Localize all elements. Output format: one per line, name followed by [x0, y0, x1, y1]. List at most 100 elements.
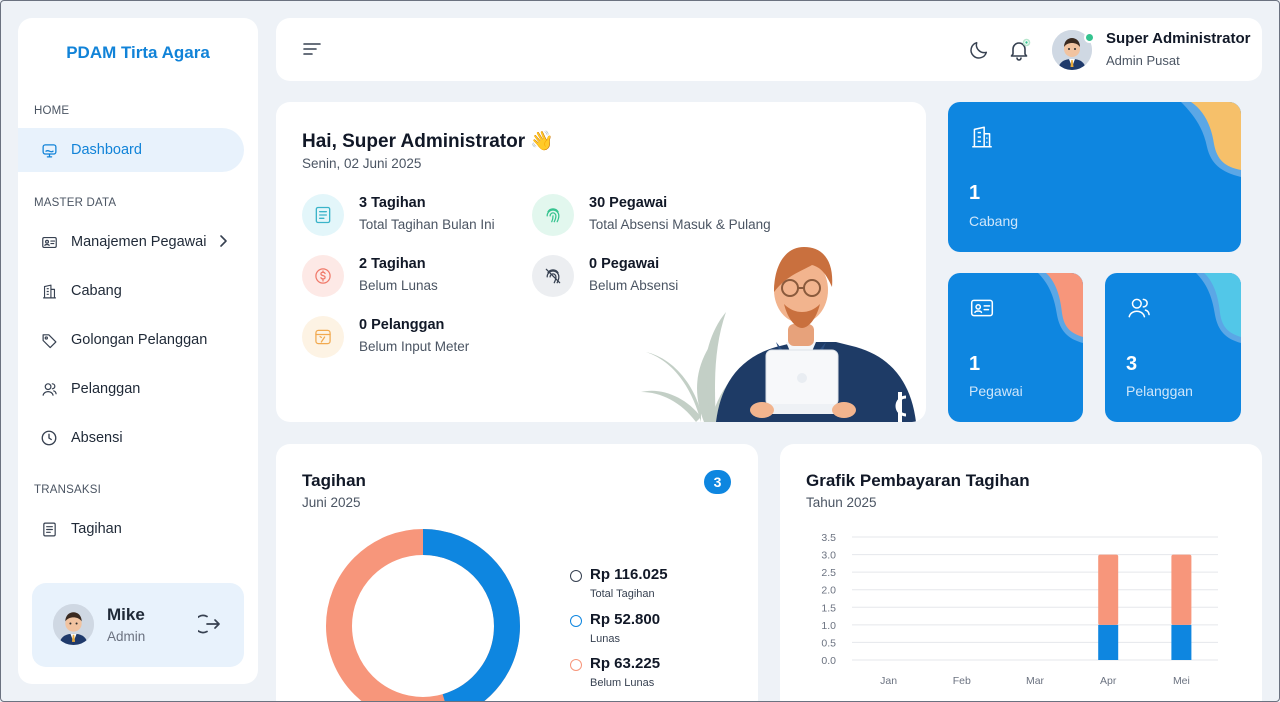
tile-decoration [1038, 273, 1083, 343]
section-label-home: HOME [34, 105, 70, 117]
tile-pegawai[interactable]: 1 Pegawai [948, 273, 1083, 422]
tile-label: Cabang [969, 213, 1019, 229]
users-icon [1126, 295, 1152, 326]
section-label-transaksi: TRANSAKSI [34, 484, 101, 496]
y-tick-label: 3.0 [821, 550, 836, 562]
sidebar-item-label: Cabang [71, 283, 122, 299]
id-card-icon [969, 295, 995, 326]
stat-subtitle: Total Absensi Masuk & Pulang [589, 217, 771, 232]
online-status-dot [1084, 32, 1095, 43]
user-role: Admin Pusat [1106, 53, 1180, 68]
y-tick-label: 1.0 [821, 620, 836, 632]
y-tick-label: 0.0 [821, 655, 836, 667]
bar-segment [1171, 554, 1192, 625]
bell-icon[interactable] [1007, 38, 1031, 61]
legend-dot [570, 615, 582, 627]
receipt-icon [302, 194, 344, 236]
sidebar-item-golongan-pelanggan[interactable]: Golongan Pelanggan [18, 318, 244, 362]
tile-pelanggan[interactable]: 3 Pelanggan [1105, 273, 1241, 422]
sidebar: PDAM Tirta Agara HOME Dashboard MASTER D… [18, 18, 258, 684]
sidebar-item-tagihan[interactable]: Tagihan [18, 507, 244, 551]
welcome-card: Hai, Super Administrator 👋 Senin, 02 Jun… [276, 102, 926, 422]
stat-belum-input-meter: 0 Pelanggan Belum Input Meter [302, 316, 469, 358]
user-name: Super Administrator [1106, 30, 1251, 47]
greeting: Hai, Super Administrator 👋 [302, 131, 555, 152]
x-tick-label: Mei [1173, 675, 1190, 687]
stat-subtitle: Belum Lunas [359, 278, 438, 293]
users-icon [40, 380, 58, 398]
donut-chart [326, 529, 520, 702]
avatar [53, 604, 94, 645]
sidebar-item-dashboard[interactable]: Dashboard [18, 128, 244, 172]
topbar: Super Administrator Admin Pusat [276, 18, 1262, 81]
moon-icon[interactable] [968, 39, 990, 61]
legend-value: Rp 52.800 [590, 611, 661, 628]
bar-segment [1098, 554, 1119, 625]
current-date: Senin, 02 Juni 2025 [302, 156, 422, 171]
x-tick-label: Apr [1100, 675, 1117, 687]
sidebar-item-label: Golongan Pelanggan [71, 332, 208, 348]
stat-subtitle: Belum Input Meter [359, 339, 470, 354]
tile-cabang[interactable]: 1 Cabang [948, 102, 1241, 252]
fingerprint-icon [532, 194, 574, 236]
building-icon [969, 124, 995, 155]
stat-total-absensi: 30 Pegawai Total Absensi Masuk & Pulang [532, 194, 771, 236]
card-subtitle: Juni 2025 [302, 495, 361, 510]
x-tick-label: Feb [953, 675, 971, 687]
y-tick-label: 1.5 [821, 602, 836, 614]
legend-dot [570, 659, 582, 671]
card-title: Tagihan [302, 471, 366, 490]
grafik-card: Grafik Pembayaran Tagihan Tahun 2025 0.0… [780, 444, 1262, 702]
y-tick-label: 3.5 [821, 532, 836, 544]
tile-number: 3 [1126, 353, 1138, 375]
bar-chart: 0.0 0.5 1.0 1.5 2.0 2.5 3.0 3.5 Jan Feb Mar Apr Mei [821, 532, 1218, 687]
tile-decoration [1196, 273, 1241, 343]
stat-title: 2 Tagihan [359, 256, 426, 272]
tagihan-card: Tagihan Juni 2025 3 Rp 116.025 Total Tag… [276, 444, 758, 702]
bar-segment [1098, 624, 1119, 660]
stat-belum-lunas: 2 Tagihan Belum Lunas [302, 255, 438, 297]
fingerprint-off-icon [532, 255, 574, 297]
profile-role: Admin [107, 629, 146, 644]
id-card-icon [40, 233, 58, 251]
legend-dot [570, 570, 582, 582]
sidebar-item-cabang[interactable]: Cabang [18, 269, 244, 313]
sidebar-item-label: Absensi [71, 430, 123, 446]
sidebar-item-pelanggan[interactable]: Pelanggan [18, 367, 244, 411]
tile-number: 1 [969, 182, 981, 204]
monitor-icon [40, 141, 58, 159]
sidebar-item-label: Tagihan [71, 521, 122, 537]
sidebar-item-manajemen-pegawai[interactable]: Manajemen Pegawai [18, 220, 244, 264]
stat-title: 3 Tagihan [359, 195, 426, 211]
menu-icon[interactable] [302, 40, 322, 58]
bar-segment [1171, 624, 1192, 660]
legend-value: Rp 63.225 [590, 655, 661, 672]
dollar-circle-icon [302, 255, 344, 297]
tile-label: Pelanggan [1126, 383, 1193, 399]
legend-label: Belum Lunas [590, 677, 655, 689]
x-tick-label: Mar [1026, 675, 1045, 687]
tag-icon [40, 331, 58, 349]
logout-icon[interactable] [193, 612, 222, 636]
brand-title[interactable]: PDAM Tirta Agara [18, 43, 258, 63]
tile-decoration [1181, 102, 1241, 177]
profile-card: Mike Admin [32, 583, 244, 667]
section-label-master-data: MASTER DATA [34, 197, 117, 209]
count-badge: 3 [704, 470, 731, 494]
legend-label: Total Tagihan [590, 588, 655, 600]
businessman-illustration [641, 247, 916, 422]
clock-icon [40, 429, 58, 447]
tile-label: Pegawai [969, 383, 1023, 399]
y-tick-label: 2.5 [821, 567, 836, 579]
x-tick-label: Jan [880, 675, 897, 687]
sidebar-item-label: Pelanggan [71, 381, 141, 397]
sidebar-item-absensi[interactable]: Absensi [18, 416, 244, 460]
meter-icon [302, 316, 344, 358]
y-tick-label: 2.0 [821, 585, 836, 597]
profile-name: Mike [107, 605, 145, 624]
stat-title: 30 Pegawai [589, 195, 668, 211]
tile-number: 1 [969, 353, 981, 375]
y-tick-label: 0.5 [821, 637, 836, 649]
sidebar-item-label: Dashboard [71, 142, 142, 158]
stat-total-tagihan: 3 Tagihan Total Tagihan Bulan Ini [302, 194, 495, 236]
